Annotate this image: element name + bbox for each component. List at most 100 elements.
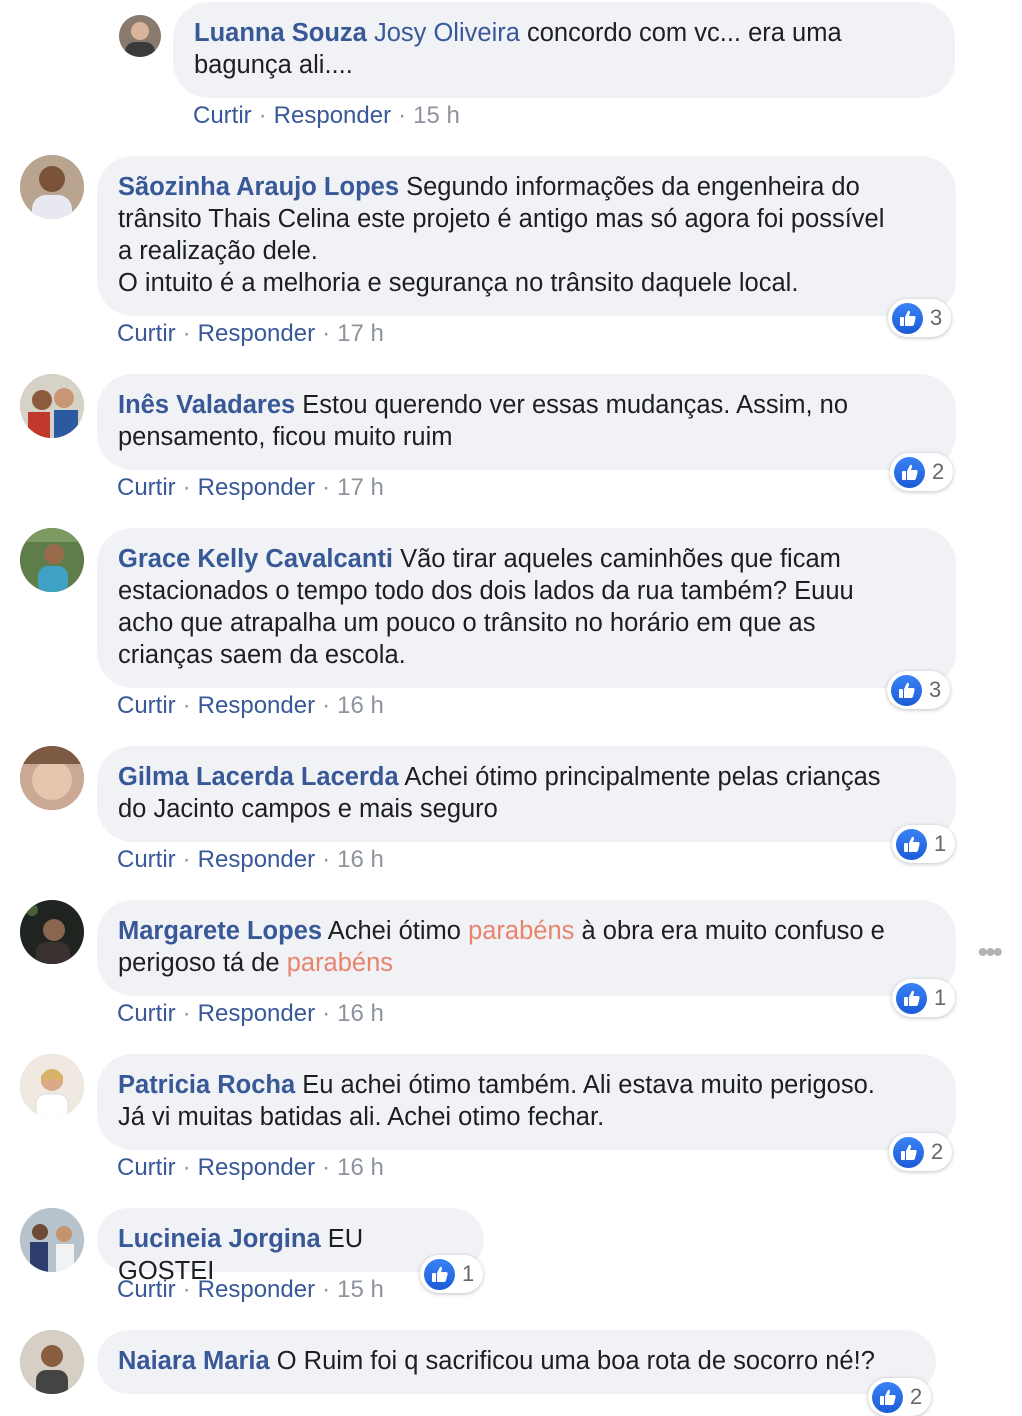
avatar[interactable] [119, 15, 161, 57]
comment-text: estacionados o tempo todo dos dois lados… [118, 577, 854, 605]
comment-text: acho que atrapalha um pouco o trânsito n… [118, 609, 816, 637]
avatar[interactable] [20, 528, 84, 592]
comment-text: Vão tirar aqueles caminhões que ficam [392, 545, 841, 573]
comment-bubble: Sãozinha Araujo Lopes Segundo informaçõe… [97, 156, 956, 316]
reaction-count[interactable]: 2 [890, 453, 954, 491]
reply-link[interactable]: Responder [198, 846, 315, 873]
comment-bubble: Grace Kelly Cavalcanti Vão tirar aqueles… [97, 528, 956, 688]
comment-text: crianças saem da escola. [118, 641, 406, 669]
timestamp[interactable]: 17 h [337, 474, 384, 501]
reaction-count[interactable]: 3 [888, 299, 952, 337]
comment-text: Eu achei ótimo também. Ali estava muito … [295, 1071, 875, 1099]
thumbs-up-icon [892, 302, 923, 334]
like-link[interactable]: Curtir [117, 1154, 176, 1181]
reaction-number: 2 [932, 459, 945, 484]
avatar[interactable] [20, 1054, 84, 1118]
comment-actions: Curtir · Responder · 17 h [117, 320, 384, 347]
comment-text: perigoso tá de [118, 949, 287, 977]
timestamp[interactable]: 16 h [337, 1154, 384, 1181]
comment-text: O intuito é a melhoria e segurança no tr… [118, 269, 799, 297]
mention-link[interactable]: Josy Oliveira [374, 19, 520, 47]
avatar[interactable] [20, 1330, 84, 1394]
comment-text: a realização dele. [118, 237, 318, 265]
like-link[interactable]: Curtir [117, 320, 176, 347]
reaction-count[interactable]: 2 [868, 1378, 932, 1416]
comment-bubble: Margarete Lopes Achei ótimo parabéns à o… [97, 900, 956, 996]
reaction-number: 1 [934, 831, 947, 856]
avatar[interactable] [20, 155, 84, 219]
like-link[interactable]: Curtir [193, 102, 252, 129]
like-link[interactable]: Curtir [117, 1276, 176, 1303]
reply-link[interactable]: Responder [198, 1154, 315, 1181]
comment-author[interactable]: Lucineia Jorgina [118, 1225, 321, 1253]
thumbs-up-icon [872, 1381, 903, 1413]
comment-text: do Jacinto campos e mais seguro [118, 795, 498, 823]
comment-author[interactable]: Gilma Lacerda Lacerda [118, 763, 399, 791]
reaction-count[interactable]: 1 [892, 825, 956, 863]
comment-text: Achei ótimo principalmente pelas criança… [398, 763, 881, 791]
reaction-number: 3 [929, 677, 942, 702]
like-link[interactable]: Curtir [117, 1000, 176, 1027]
reply-link[interactable]: Responder [198, 320, 315, 347]
comment-text: Segundo informações da engenheira do [399, 173, 860, 201]
comment-bubble: Naiara Maria O Ruim foi q sacrificou uma… [97, 1330, 936, 1394]
hashtag-link[interactable]: parabéns [287, 949, 393, 977]
reaction-count[interactable]: 1 [892, 979, 956, 1017]
reaction-number: 2 [910, 1384, 923, 1409]
comment-text: concordo com vc... era uma [519, 19, 842, 47]
like-link[interactable]: Curtir [117, 474, 176, 501]
avatar[interactable] [20, 746, 84, 810]
comment-actions: Curtir · Responder · 17 h [117, 474, 384, 501]
thumbs-up-icon [896, 982, 927, 1014]
timestamp[interactable]: 16 h [337, 1000, 384, 1027]
comment-author[interactable]: Inês Valadares [118, 391, 295, 419]
reaction-number: 2 [931, 1139, 944, 1164]
more-options-icon[interactable]: ••• [977, 936, 1002, 970]
reply-link[interactable]: Responder [198, 692, 315, 719]
reaction-number: 1 [934, 985, 947, 1010]
comment-text: trânsito Thais Celina este projeto é ant… [118, 205, 885, 233]
comment-text: à obra era muito confuso e [574, 917, 885, 945]
comment-actions: Curtir · Responder · 15 h [193, 102, 460, 129]
like-link[interactable]: Curtir [117, 692, 176, 719]
hashtag-link[interactable]: parabéns [468, 917, 574, 945]
like-link[interactable]: Curtir [117, 846, 176, 873]
reaction-count[interactable]: 3 [887, 671, 951, 709]
comment-text: Já vi muitas batidas ali. Achei otimo fe… [118, 1103, 605, 1131]
comment-bubble: Gilma Lacerda Lacerda Achei ótimo princi… [97, 746, 956, 842]
comment-author[interactable]: Naiara Maria [118, 1347, 270, 1375]
timestamp[interactable]: 17 h [337, 320, 384, 347]
avatar[interactable] [20, 374, 84, 438]
reaction-count[interactable]: 2 [889, 1133, 953, 1171]
timestamp[interactable]: 15 h [413, 102, 460, 129]
thumbs-up-icon [424, 1258, 455, 1290]
comment-actions: Curtir · Responder · 16 h [117, 1000, 384, 1027]
reply-link[interactable]: Responder [198, 474, 315, 501]
reply-link[interactable]: Responder [198, 1000, 315, 1027]
thumbs-up-icon [891, 674, 922, 706]
comment-text: bagunça ali.... [194, 51, 353, 79]
avatar[interactable] [20, 900, 84, 964]
comment-bubble: Inês Valadares Estou querendo ver essas … [97, 374, 956, 470]
timestamp[interactable]: 15 h [337, 1276, 384, 1303]
timestamp[interactable]: 16 h [337, 692, 384, 719]
avatar[interactable] [20, 1208, 84, 1272]
reaction-count[interactable]: 1 [420, 1255, 484, 1293]
comment-text: pensamento, ficou muito ruim [118, 423, 453, 451]
reply-link[interactable]: Responder [274, 102, 391, 129]
thumbs-up-icon [893, 1136, 924, 1168]
comment-author[interactable]: Luanna Souza [194, 19, 367, 47]
timestamp[interactable]: 16 h [337, 846, 384, 873]
reply-link[interactable]: Responder [198, 1276, 315, 1303]
thumbs-up-icon [894, 456, 925, 488]
comment-actions: Curtir · Responder · 16 h [117, 1154, 384, 1181]
comment-actions: Curtir · Responder · 16 h [117, 692, 384, 719]
reaction-number: 3 [930, 305, 943, 330]
comment-author[interactable]: Grace Kelly Cavalcanti [118, 545, 393, 573]
comment-text: Estou querendo ver essas mudanças. Assim… [295, 391, 849, 419]
thumbs-up-icon [896, 828, 927, 860]
comment-author[interactable]: Sãozinha Araujo Lopes [118, 173, 399, 201]
comment-author[interactable]: Patricia Rocha [118, 1071, 295, 1099]
reaction-number: 1 [462, 1261, 475, 1286]
comment-author[interactable]: Margarete Lopes [118, 917, 322, 945]
